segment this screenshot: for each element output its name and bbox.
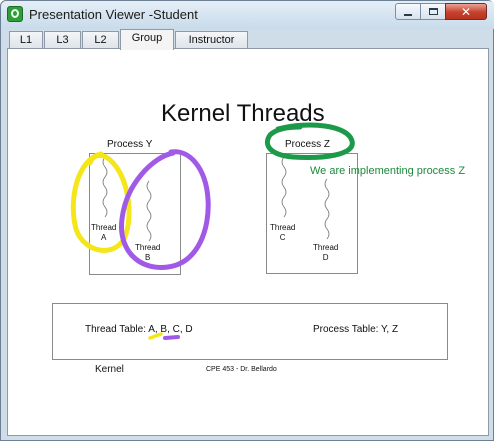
window-title: Presentation Viewer -Student	[29, 7, 198, 22]
thread-c-squiggle	[281, 156, 287, 218]
tab-bar: L1 L3 L2 Group Instructor	[7, 29, 489, 50]
thread-b-squiggle	[146, 180, 152, 242]
maximize-icon	[428, 8, 438, 15]
close-icon: ✕	[460, 4, 472, 19]
app-icon	[7, 6, 23, 22]
minimize-button[interactable]	[395, 3, 421, 20]
close-button[interactable]: ✕	[445, 3, 487, 20]
title-bar[interactable]: Presentation Viewer -Student ✕	[1, 1, 494, 29]
tab-l3[interactable]: L3	[44, 31, 81, 49]
yellow-underline	[148, 332, 163, 340]
slide-drawing	[70, 122, 355, 340]
thread-d-squiggle	[324, 178, 330, 240]
green-annotation-loop	[264, 122, 355, 160]
minimize-icon	[404, 13, 412, 16]
tab-instructor[interactable]: Instructor	[175, 31, 248, 49]
purple-annotation-loop	[119, 149, 211, 270]
tab-group[interactable]: Group	[120, 29, 174, 50]
purple-underline	[163, 335, 180, 340]
app-window: Presentation Viewer -Student ✕ L1 L3 L2 …	[0, 0, 494, 441]
tab-l1[interactable]: L1	[9, 31, 43, 49]
slide-content: Kernel Threads Process Y Process Z Threa…	[7, 48, 489, 436]
thread-a-squiggle	[102, 156, 108, 218]
maximize-button[interactable]	[420, 3, 446, 20]
tab-l2[interactable]: L2	[82, 31, 119, 49]
